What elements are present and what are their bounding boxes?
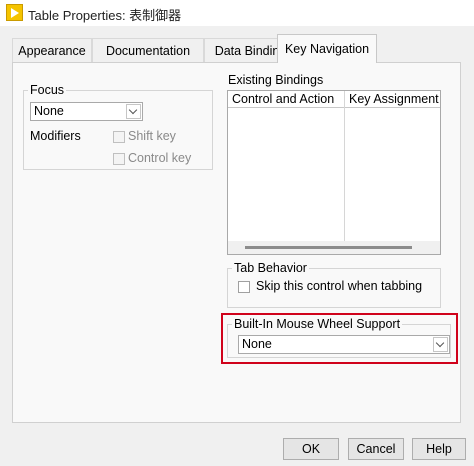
column-divider <box>344 91 345 241</box>
skip-tabbing-checkbox[interactable] <box>238 281 250 293</box>
existing-bindings-label: Existing Bindings <box>228 73 324 87</box>
control-key-label: Control key <box>128 151 192 165</box>
tab-appearance[interactable]: Appearance <box>12 38 92 62</box>
column-header-key-assignment[interactable]: Key Assignment <box>345 91 440 108</box>
skip-tabbing-label: Skip this control when tabbing <box>256 279 423 293</box>
scrollbar-thumb[interactable] <box>245 246 412 249</box>
focus-select-value: None <box>34 104 64 118</box>
mouse-wheel-dropdown-button[interactable] <box>433 337 448 352</box>
focus-legend: Focus <box>28 83 67 97</box>
tab-behavior-group: Tab Behavior Skip this control when tabb… <box>227 261 441 308</box>
control-key-checkbox[interactable] <box>113 153 125 165</box>
mouse-wheel-legend: Built-In Mouse Wheel Support <box>232 317 403 331</box>
focus-select[interactable]: None <box>30 102 143 121</box>
app-play-icon <box>6 4 23 21</box>
bindings-table[interactable]: Control and Action Key Assignment <box>227 90 441 255</box>
key-navigation-panel: Focus None Modifiers Shift key Control k… <box>12 62 461 423</box>
focus-dropdown-button[interactable] <box>126 104 141 119</box>
mouse-wheel-select-value: None <box>242 337 272 351</box>
chevron-down-icon <box>435 338 445 348</box>
help-button[interactable]: Help <box>412 438 466 460</box>
mouse-wheel-select[interactable]: None <box>238 335 450 354</box>
window-title: Table Properties: 表制御器 <box>28 8 182 23</box>
chevron-down-icon <box>128 105 138 115</box>
ok-button[interactable]: OK <box>283 438 339 460</box>
tab-documentation[interactable]: Documentation <box>92 38 204 62</box>
tab-behavior-legend: Tab Behavior <box>232 261 309 275</box>
shift-key-label: Shift key <box>128 129 176 143</box>
properties-dialog: Table Properties: 表制御器 Appearance Docume… <box>0 0 474 466</box>
column-header-control-action[interactable]: Control and Action <box>228 91 345 108</box>
cancel-button[interactable]: Cancel <box>348 438 404 460</box>
focus-group: Focus None Modifiers Shift key Control k… <box>23 83 213 170</box>
shift-key-checkbox[interactable] <box>113 131 125 143</box>
mouse-wheel-group: Built-In Mouse Wheel Support None <box>227 317 451 358</box>
title-bar[interactable]: Table Properties: 表制御器 <box>0 0 474 26</box>
tab-key-navigation[interactable]: Key Navigation <box>277 34 377 63</box>
modifiers-label: Modifiers <box>30 129 81 143</box>
horizontal-scrollbar[interactable] <box>228 241 440 254</box>
